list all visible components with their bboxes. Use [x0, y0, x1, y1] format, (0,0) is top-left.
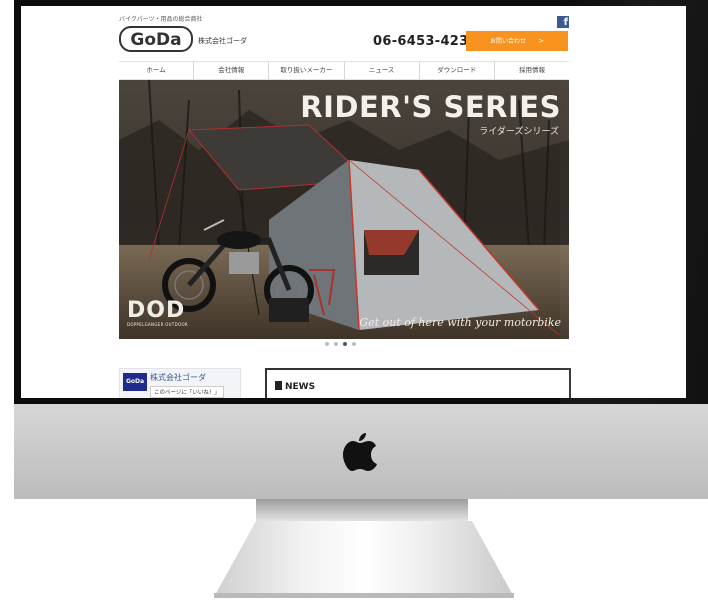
slider-dot[interactable] — [352, 342, 356, 346]
dod-brand-subtext: DOPPELGANGER OUTDOOR — [127, 322, 188, 327]
slider-dot[interactable] — [334, 342, 338, 346]
nav-item-makers[interactable]: 取り扱いメーカー — [268, 62, 343, 79]
contact-button[interactable]: お問い合わせ > — [466, 31, 568, 51]
nav-item-home[interactable]: ホーム — [119, 62, 193, 79]
nav-item-download[interactable]: ダウンロード — [418, 62, 494, 79]
site-logo[interactable]: GoDa — [119, 26, 193, 52]
fb-widget-logo: GoDa — [123, 373, 147, 391]
chevron-right-icon: > — [538, 37, 544, 45]
hero-title: RIDER'S SERIES — [300, 90, 561, 124]
nav-item-company[interactable]: 会社情報 — [193, 62, 268, 79]
document-icon — [275, 381, 282, 390]
hero-subtitle: ライダーズシリーズ — [479, 127, 559, 137]
phone-number: 06-6453-4231 — [373, 34, 478, 49]
hero-slider[interactable]: RIDER'S SERIES ライダーズシリーズ Get out of here… — [119, 80, 569, 339]
slider-dot[interactable] — [325, 342, 329, 346]
news-panel: NEWS — [265, 368, 571, 398]
logo-text: GoDa — [130, 30, 181, 50]
slider-dots — [325, 342, 356, 346]
slider-dot-active[interactable] — [343, 342, 347, 346]
monitor-stand-neck — [256, 499, 468, 521]
apple-logo-icon — [343, 433, 377, 471]
company-name: 株式会社ゴーダ — [198, 37, 247, 45]
site-tagline: バイクパーツ・用品の総合商社 — [119, 16, 203, 23]
news-heading: NEWS — [275, 381, 315, 392]
fb-like-button[interactable]: このページに「いいね！」 — [150, 386, 224, 398]
screen-glare — [560, 0, 708, 404]
hero-caption: Get out of here with your motorbike — [359, 316, 561, 329]
facebook-page-widget[interactable]: GoDa 株式会社ゴーダ このページに「いいね！」 — [119, 368, 241, 398]
main-nav: ホーム 会社情報 取り扱いメーカー ニュース ダウンロード 採用情報 — [119, 61, 569, 80]
monitor-stand — [214, 521, 514, 597]
fb-widget-page-name[interactable]: 株式会社ゴーダ — [150, 372, 206, 383]
news-heading-label: NEWS — [285, 382, 316, 392]
dod-brand-logo: DOD DOPPELGANGER OUTDOOR — [127, 298, 188, 328]
nav-item-news[interactable]: ニュース — [343, 62, 419, 79]
monitor-stand-base — [214, 593, 514, 598]
contact-button-label: お問い合わせ — [490, 38, 527, 45]
nav-item-recruit[interactable]: 採用情報 — [493, 62, 569, 79]
dod-brand-text: DOD — [127, 298, 186, 323]
